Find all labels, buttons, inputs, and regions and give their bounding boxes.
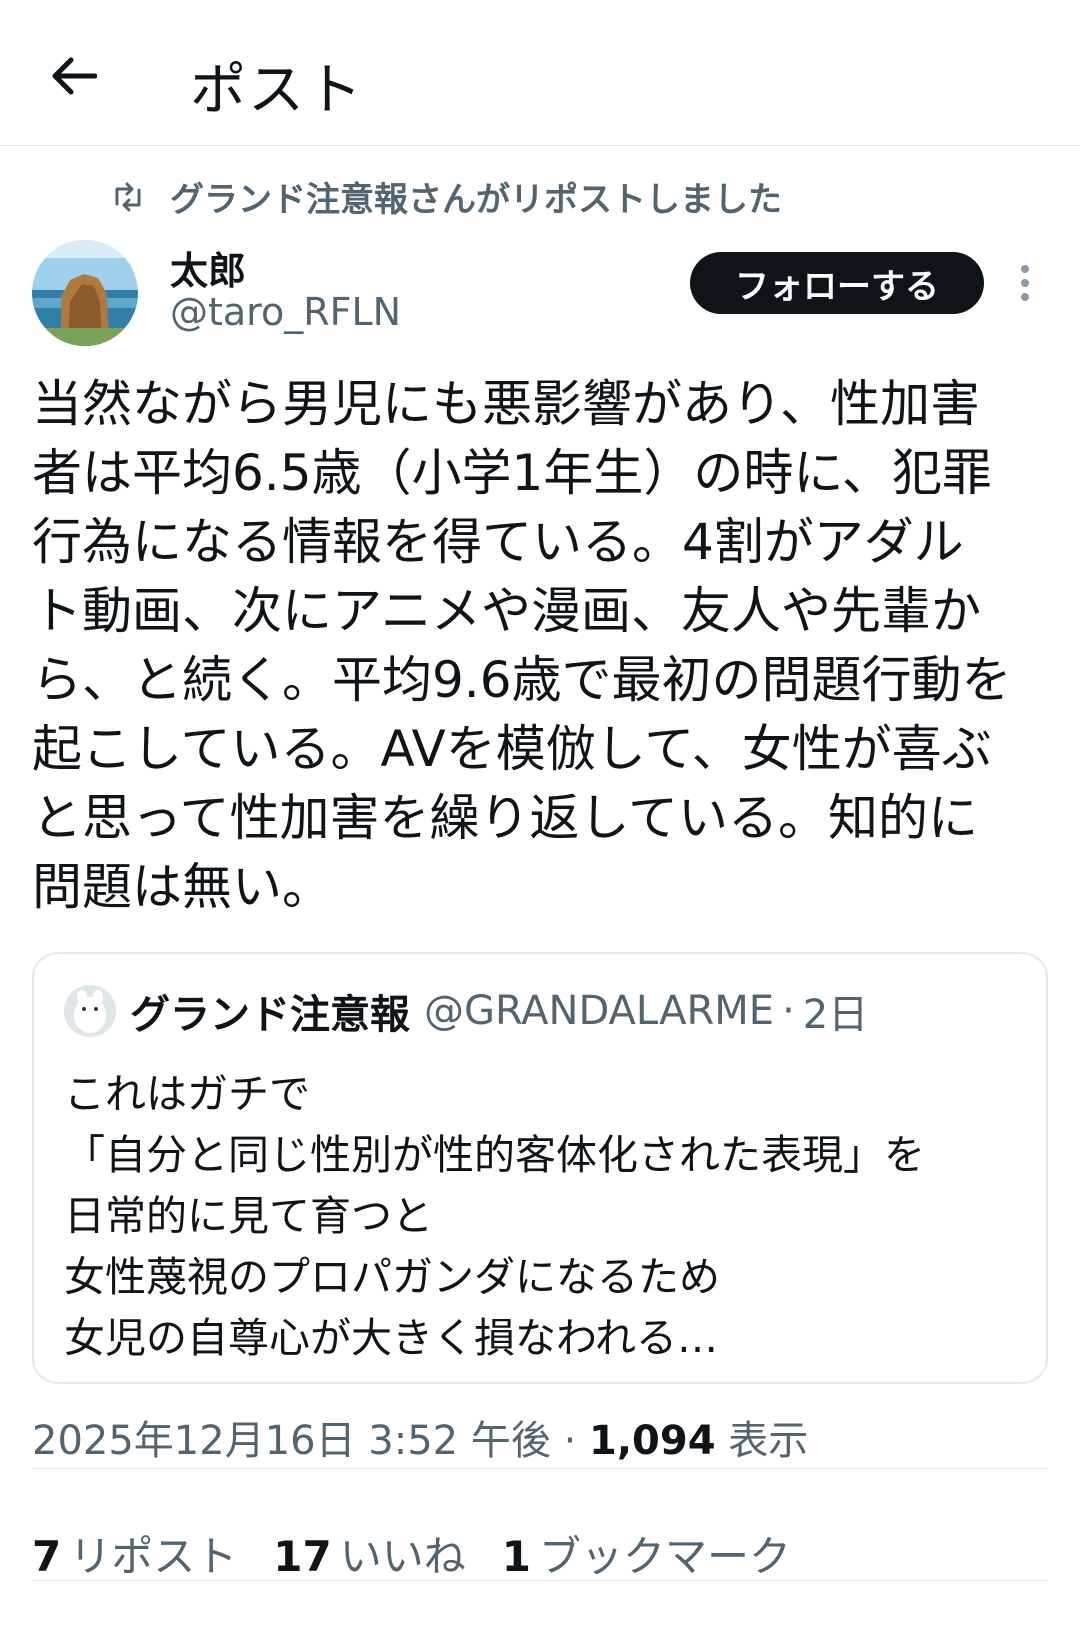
reposts-count: 7 [32,1532,62,1581]
repost-context[interactable]: グランド注意報さんがリポストしました [110,172,782,221]
likes-stat[interactable]: 17 いいね [273,1523,465,1584]
quote-avatar [64,985,116,1037]
more-options-button[interactable] [1010,258,1040,308]
quote-tweet-card[interactable]: グランド注意報 @GRANDALARME · 2日 これはガチで 「自分と同じ性… [32,952,1048,1384]
avatar[interactable] [32,240,138,346]
bookmarks-count: 1 [501,1532,531,1581]
author-handle[interactable]: @taro_RFLN [170,290,401,334]
repost-context-text: グランド注意報さんがリポストしました [170,180,782,220]
tweet-meta: 2025年12月16日 3:52 午後 · 1,094 表示 [32,1408,808,1466]
repost-icon [115,182,141,211]
back-button[interactable] [44,46,104,106]
likes-label: いいね [339,1532,466,1581]
engagement-stats: 7 リポスト 17 いいね 1 ブックマーク [32,1523,827,1584]
quote-avatar-image [64,985,116,1037]
quote-author-name: グランド注意報 [130,992,410,1038]
quote-author-handle: @GRANDALARME [424,988,775,1034]
top-bar: ポスト [0,0,1080,146]
views-label: 表示 [728,1418,809,1464]
views-count: 1,094 [589,1418,716,1464]
reposts-label: リポスト [69,1532,238,1581]
avatar-image [32,240,138,346]
arrow-left-icon [52,57,97,95]
more-vertical-icon [1021,265,1029,301]
divider [32,1468,1048,1469]
separator-dot: · [563,1418,577,1464]
page-title: ポスト [190,58,364,123]
tweet-text: 当然ながら男児にも悪影響があり、性加害 者は平均6.5歳（小学1年生）の時に、犯… [32,375,1012,916]
bookmarks-stat[interactable]: 1 ブックマーク [502,1523,791,1584]
likes-count: 17 [273,1532,332,1581]
follow-button[interactable]: フォローする [690,252,984,314]
quote-timestamp: 2日 [802,992,869,1038]
bookmarks-label: ブックマーク [538,1532,791,1581]
quote-text: これはガチで 「自分と同じ性別が性的客体化された表現」を 日常的に見て育つと 女… [64,1070,925,1362]
reposts-stat[interactable]: 7 リポスト [32,1523,237,1584]
divider [32,1580,1048,1581]
author-name[interactable]: 太郎 [170,240,246,295]
tweet-timestamp[interactable]: 2025年12月16日 3:52 午後 [32,1418,551,1464]
quote-header: グランド注意報 @GRANDALARME · 2日 [64,982,868,1040]
separator-dot: · [782,988,795,1034]
